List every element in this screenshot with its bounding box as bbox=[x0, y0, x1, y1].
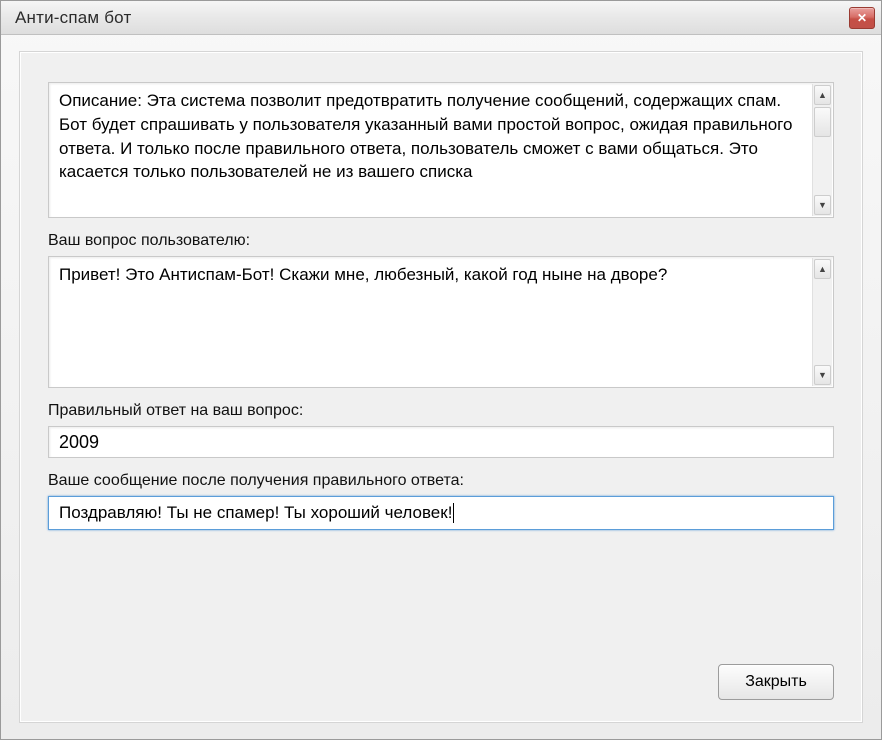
question-scrollbar[interactable]: ▲ ▼ bbox=[812, 258, 832, 386]
answer-input[interactable] bbox=[48, 426, 834, 458]
success-message-input[interactable]: Поздравляю! Ты не спамер! Ты хороший чел… bbox=[48, 496, 834, 530]
description-textarea[interactable]: Описание: Эта система позволит предотвра… bbox=[48, 82, 834, 218]
question-text: Привет! Это Антиспам-Бот! Скажи мне, люб… bbox=[49, 257, 811, 387]
button-row: Закрыть bbox=[718, 664, 834, 700]
success-message-text: Поздравляю! Ты не спамер! Ты хороший чел… bbox=[59, 503, 452, 523]
scroll-down-button[interactable]: ▼ bbox=[814, 365, 831, 385]
answer-label: Правильный ответ на ваш вопрос: bbox=[48, 402, 834, 420]
inner-panel: Описание: Эта система позволит предотвра… bbox=[19, 51, 863, 723]
scroll-thumb[interactable] bbox=[814, 107, 831, 137]
scroll-track[interactable] bbox=[813, 138, 832, 194]
scroll-track[interactable] bbox=[813, 280, 832, 364]
close-icon: ✕ bbox=[857, 11, 867, 25]
success-message-label: Ваше сообщение после получения правильно… bbox=[48, 472, 834, 490]
question-label: Ваш вопрос пользователю: bbox=[48, 232, 834, 250]
scroll-up-button[interactable]: ▲ bbox=[814, 259, 831, 279]
dialog-window: Анти-спам бот ✕ Описание: Эта система по… bbox=[0, 0, 882, 740]
scroll-down-button[interactable]: ▼ bbox=[814, 195, 831, 215]
close-button[interactable]: Закрыть bbox=[718, 664, 834, 700]
description-text: Описание: Эта система позволит предотвра… bbox=[49, 83, 811, 217]
window-title: Анти-спам бот bbox=[15, 8, 131, 28]
titlebar: Анти-спам бот ✕ bbox=[1, 1, 881, 35]
scroll-up-button[interactable]: ▲ bbox=[814, 85, 831, 105]
description-scrollbar[interactable]: ▲ ▼ bbox=[812, 84, 832, 216]
content-area: Описание: Эта система позволит предотвра… bbox=[1, 35, 881, 739]
question-textarea[interactable]: Привет! Это Антиспам-Бот! Скажи мне, люб… bbox=[48, 256, 834, 388]
window-close-button[interactable]: ✕ bbox=[849, 7, 875, 29]
text-cursor bbox=[453, 503, 454, 523]
